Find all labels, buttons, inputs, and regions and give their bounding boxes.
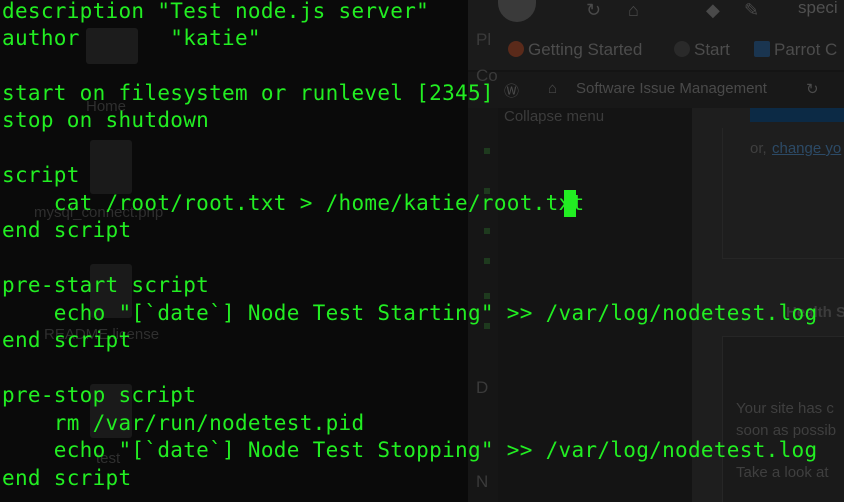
editor-line-11: pre-start script <box>2 273 210 297</box>
editor-line-7: script <box>2 163 80 187</box>
editor-line-13: end script <box>2 328 132 352</box>
editor-line-1: description "Test node.js server" <box>2 0 430 23</box>
editor-line-9: end script <box>2 218 132 242</box>
editor-line-12: echo "[`date`] Node Test Starting" >> /v… <box>2 301 818 325</box>
terminal-editor[interactable]: description "Test node.js server" author… <box>0 0 844 502</box>
text-cursor <box>564 190 576 217</box>
editor-line-17: echo "[`date`] Node Test Stopping" >> /v… <box>2 438 818 462</box>
screen: ↻ ⌂ ◆ ✎ speci Getting Started Start Parr… <box>0 0 844 502</box>
editor-line-5: stop on shutdown <box>2 108 210 132</box>
editor-line-4: start on filesystem or runlevel [2345] <box>2 81 494 105</box>
editor-line-16: rm /var/run/nodetest.pid <box>2 411 365 435</box>
editor-line-15: pre-stop script <box>2 383 197 407</box>
editor-line-8: cat /root/root.txt > /home/katie/root.tx… <box>2 191 585 215</box>
editor-line-18: end script <box>2 466 132 490</box>
editor-line-2: author "katie" <box>2 26 261 50</box>
